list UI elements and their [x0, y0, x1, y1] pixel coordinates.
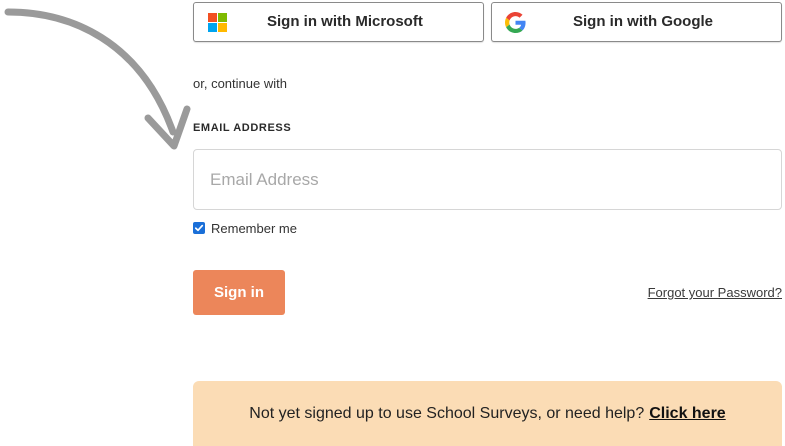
- forgot-password-link[interactable]: Forgot your Password?: [648, 285, 782, 300]
- remember-me-label: Remember me: [211, 220, 297, 236]
- click-here-link[interactable]: Click here: [649, 405, 725, 423]
- google-button-label: Sign in with Google: [573, 13, 713, 30]
- divider-text: or, continue with: [193, 76, 287, 91]
- microsoft-logo-icon: [208, 13, 227, 32]
- sign-in-page: Sign in with Microsoft Sign in with Goog…: [0, 0, 785, 446]
- sign-in-with-microsoft-button[interactable]: Sign in with Microsoft: [193, 2, 484, 42]
- checkmark-icon: [194, 224, 204, 232]
- microsoft-button-label: Sign in with Microsoft: [267, 13, 423, 30]
- email-label: EMAIL ADDRESS: [193, 122, 292, 134]
- curved-arrow-icon: [4, 8, 191, 150]
- help-banner: Not yet signed up to use School Surveys,…: [193, 381, 782, 446]
- remember-me-checkbox[interactable]: [193, 222, 205, 234]
- email-input[interactable]: [193, 149, 782, 210]
- help-text: Not yet signed up to use School Surveys,…: [249, 404, 645, 422]
- sign-in-with-google-button[interactable]: Sign in with Google: [491, 2, 782, 42]
- sign-in-button[interactable]: Sign in: [193, 270, 285, 315]
- google-logo-icon: [505, 12, 526, 33]
- remember-me[interactable]: Remember me: [193, 220, 297, 236]
